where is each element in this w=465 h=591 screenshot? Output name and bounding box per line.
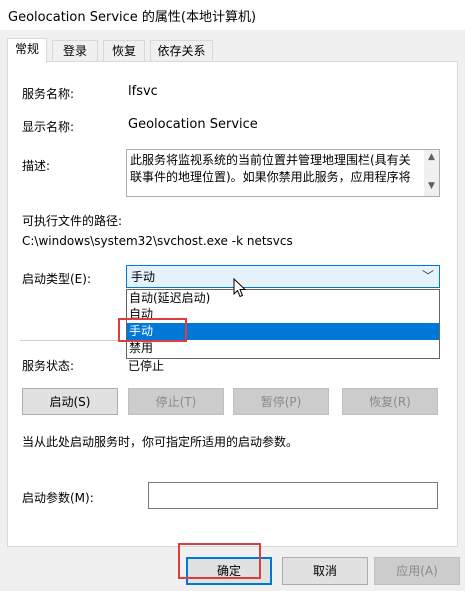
exe-path-label: 可执行文件的路径: <box>22 214 123 228</box>
cancel-button[interactable]: 取消 <box>282 557 368 585</box>
startup-type-selected: 手动 <box>131 270 156 284</box>
display-name-value: Geolocation Service <box>128 117 258 132</box>
tab-logon[interactable]: 登录 <box>52 40 98 62</box>
start-params-label: 启动参数(M): <box>22 491 94 505</box>
pause-button[interactable]: 暂停(P) <box>233 388 329 415</box>
scroll-up-icon[interactable]: ▲ <box>424 152 439 162</box>
hint-text: 当从此处启动服务时，你可指定所适用的启动参数。 <box>22 435 299 449</box>
manual-option-highlight <box>118 318 187 342</box>
tab-general[interactable]: 常规 <box>7 38 47 63</box>
description-box[interactable]: 此服务将监视系统的当前位置并管理地理围栏(具有关联事件的地理位置)。如果你禁用此… <box>126 149 440 197</box>
ok-button-highlight <box>178 543 261 579</box>
service-name-label: 服务名称: <box>22 87 75 101</box>
window-title: Geolocation Service 的属性(本地计算机) <box>8 10 257 25</box>
option-auto-delayed[interactable]: 自动(延迟启动) <box>127 290 439 307</box>
startup-type-label: 启动类型(E): <box>22 272 91 286</box>
separator <box>20 340 125 341</box>
start-params-input[interactable] <box>148 482 438 509</box>
tab-recovery[interactable]: 恢复 <box>103 40 145 62</box>
exe-path-value: C:\windows\system32\svchost.exe -k netsv… <box>22 234 293 248</box>
chevron-down-icon[interactable]: ﹀ <box>422 267 434 284</box>
display-name-label: 显示名称: <box>22 120 75 134</box>
service-status-label: 服务状态: <box>22 359 75 373</box>
start-button[interactable]: 启动(S) <box>22 388 118 415</box>
tab-dependencies[interactable]: 依存关系 <box>150 40 213 62</box>
startup-type-select[interactable]: 手动 ﹀ <box>126 265 440 288</box>
option-disabled[interactable]: 禁用 <box>127 340 439 357</box>
mouse-cursor-icon <box>233 278 247 298</box>
service-name-value: lfsvc <box>128 84 158 99</box>
scroll-down-icon[interactable]: ▼ <box>424 181 439 191</box>
description-scrollbar[interactable]: ▲ ▼ <box>424 150 439 196</box>
description-label: 描述: <box>22 159 51 173</box>
stop-button[interactable]: 停止(T) <box>128 388 224 415</box>
resume-button[interactable]: 恢复(R) <box>342 388 438 415</box>
service-status-value: 已停止 <box>128 359 165 373</box>
apply-button[interactable]: 应用(A) <box>374 557 460 585</box>
title-bar: Geolocation Service 的属性(本地计算机) <box>0 0 465 30</box>
description-text: 此服务将监视系统的当前位置并管理地理围栏(具有关联事件的地理位置)。如果你禁用此… <box>130 153 411 184</box>
